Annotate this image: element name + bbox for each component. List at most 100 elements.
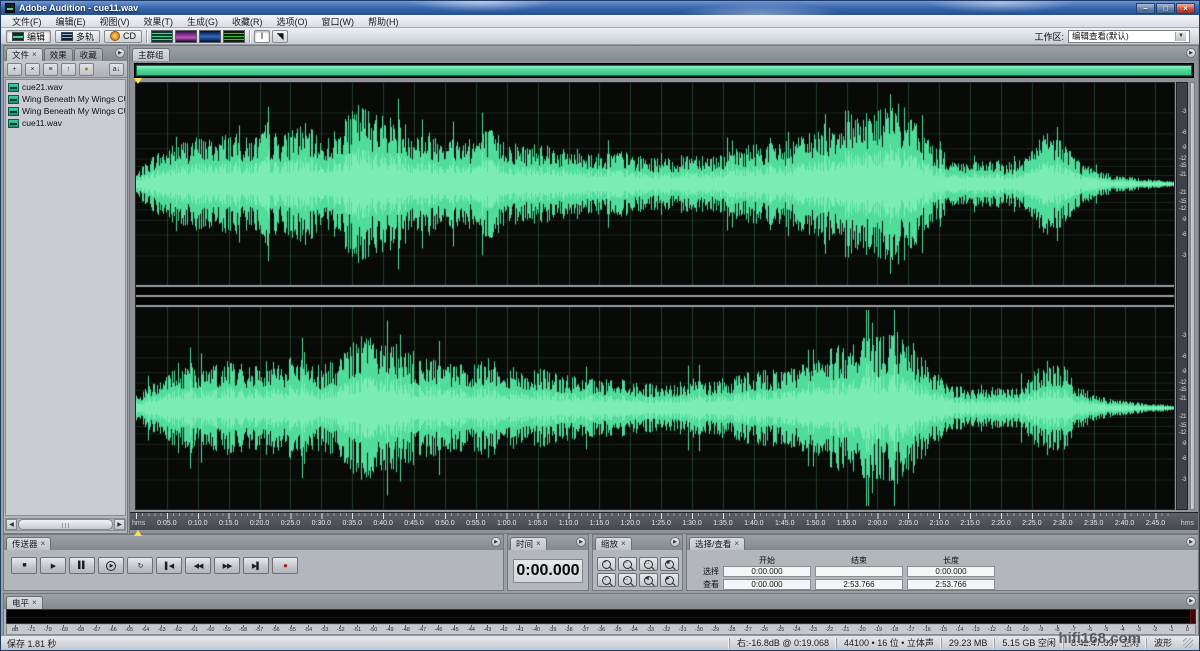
scrub-tool-button[interactable]: ◥	[272, 30, 288, 43]
close-file-icon[interactable]: ×	[25, 63, 40, 76]
tab-favorites[interactable]: 收藏	[74, 48, 103, 61]
transport-loop-play-button[interactable]: ↻	[127, 557, 153, 574]
tab-transport[interactable]: 传送器 ×	[6, 537, 51, 550]
selection-end-field[interactable]	[815, 566, 903, 577]
scroll-right-icon[interactable]: ▶	[114, 519, 125, 530]
panel-menu-icon[interactable]: ▶	[1186, 48, 1196, 58]
edit-file-icon[interactable]: ≡	[43, 63, 58, 76]
panel-menu-icon[interactable]: ▶	[576, 537, 586, 547]
level-meter[interactable]	[6, 609, 1196, 624]
selection-start-field[interactable]: 0:00.000	[723, 566, 811, 577]
zoom-out-vertical-button[interactable]: ↔	[618, 573, 637, 587]
meter-scale-label: -62	[170, 625, 186, 634]
panel-menu-icon[interactable]: ▶	[1186, 596, 1196, 606]
scroll-left-icon[interactable]: ◀	[6, 519, 17, 530]
panel-menu-icon[interactable]: ▶	[1186, 537, 1196, 547]
transport-go-to-end-button[interactable]: ▶▌	[243, 557, 269, 574]
vertical-scroll-strip[interactable]	[1190, 82, 1195, 510]
panel-menu-icon[interactable]: ▶	[115, 48, 125, 58]
close-icon[interactable]: ×	[536, 540, 541, 548]
scrollbar-thumb[interactable]	[18, 519, 113, 530]
menu-file[interactable]: 文件(F)	[5, 15, 49, 27]
spectral-frequency-view-button[interactable]	[175, 30, 197, 43]
selection-length-field[interactable]: 2:53.766	[907, 579, 995, 590]
panel-menu-icon[interactable]: ▶	[491, 537, 501, 547]
tab-files[interactable]: 文件×	[6, 48, 43, 61]
menu-window[interactable]: 窗口(W)	[315, 15, 362, 27]
meter-scale-label: -20	[854, 625, 870, 634]
cd-label: CD	[123, 31, 136, 41]
transport-record-button[interactable]: ●	[272, 557, 298, 574]
zoom-out-full-button[interactable]: □	[639, 557, 658, 571]
waveform-canvas[interactable]	[136, 83, 1174, 509]
insert-into-multitrack-icon[interactable]: ↑	[61, 63, 76, 76]
timeline-playhead-icon[interactable]	[134, 530, 142, 536]
close-button[interactable]: ×	[1176, 3, 1195, 14]
tab-zoom[interactable]: 缩放 ×	[595, 537, 632, 550]
sort-files-icon[interactable]: a↓	[109, 63, 124, 76]
menu-generate[interactable]: 生成(G)	[180, 15, 225, 27]
close-icon[interactable]: ×	[41, 540, 46, 548]
multitrack-view-button[interactable]: 多轨	[55, 30, 100, 43]
selection-length-field[interactable]: 0:00.000	[907, 566, 995, 577]
transport-go-to-beginning-button[interactable]: ▌◀	[156, 557, 182, 574]
zoom-to-right-edge-button[interactable]: ►	[660, 573, 679, 587]
transport-pause-button[interactable]: ▌▌	[69, 557, 95, 574]
file-list-item[interactable]: Wing Beneath My Wings CUE2	[6, 105, 125, 117]
tab-level[interactable]: 电平 ×	[6, 596, 43, 609]
menu-edit[interactable]: 编辑(E)	[49, 15, 93, 27]
tab-effects[interactable]: 效果	[44, 48, 73, 61]
file-list-item[interactable]: cue11.wav	[6, 117, 125, 129]
meter-scale-label: -35	[609, 625, 625, 634]
menu-view[interactable]: 视图(V)	[93, 15, 137, 27]
amplitude-ruler[interactable]: -3-3-6-6-9-9-12-12-15-15-21-21-3-3-6-6-9…	[1176, 82, 1188, 510]
time-selection-tool-button[interactable]: I	[254, 30, 270, 43]
timeline-ruler[interactable]: hms 0:05.00:10.00:15.00:20.00:25.00:30.0…	[130, 512, 1198, 530]
file-list-item[interactable]: Wing Beneath My Wings CUE1	[6, 93, 125, 105]
menu-effects[interactable]: 效果(T)	[137, 15, 181, 27]
zoom-in-horizontal-button[interactable]: +	[597, 557, 616, 571]
transport-rewind-button[interactable]: ◀◀	[185, 557, 211, 574]
close-icon[interactable]: ×	[32, 599, 37, 607]
waveform-display[interactable]	[135, 82, 1175, 510]
minimize-button[interactable]: –	[1136, 3, 1155, 14]
workspace-select[interactable]: 编辑查看(默认) ▼	[1068, 30, 1190, 43]
tab-main-group[interactable]: 主群组	[132, 48, 170, 61]
meter-scale-label: -30	[691, 625, 707, 634]
transport-play-from-cursor-button[interactable]: ▶	[98, 557, 124, 574]
spectral-phase-view-button[interactable]	[223, 30, 245, 43]
zoom-to-selection-button[interactable]: ■	[660, 557, 679, 571]
close-icon[interactable]: ×	[32, 51, 37, 59]
menu-options[interactable]: 选项(O)	[270, 15, 315, 27]
files-horizontal-scrollbar[interactable]: ◀ ▶	[5, 518, 126, 531]
status-segment: 波形	[1146, 638, 1179, 649]
zoom-to-left-edge-button[interactable]: ◄	[639, 573, 658, 587]
selection-start-field[interactable]: 0:00.000	[723, 579, 811, 590]
transport-stop-button[interactable]: ■	[11, 557, 37, 574]
resize-grip[interactable]	[1183, 638, 1193, 648]
spectral-pan-view-button[interactable]	[199, 30, 221, 43]
clip-indicator[interactable]	[1190, 610, 1195, 623]
maximize-button[interactable]: □	[1156, 3, 1175, 14]
edit-view-button[interactable]: 编辑	[6, 30, 51, 43]
selection-end-field[interactable]: 2:53.766	[815, 579, 903, 590]
overview-range-bar[interactable]	[136, 65, 1192, 76]
cd-view-button[interactable]: CD	[104, 30, 142, 43]
zoom-in-vertical-button[interactable]: ↕	[597, 573, 616, 587]
zoom-out-horizontal-button[interactable]: −	[618, 557, 637, 571]
file-list-item[interactable]: cue21.wav	[6, 81, 125, 93]
transport-play-button[interactable]: ▶	[40, 557, 66, 574]
close-icon[interactable]: ×	[621, 540, 626, 548]
menu-favorites[interactable]: 收藏(R)	[225, 15, 270, 27]
overview-navigator[interactable]	[134, 63, 1194, 78]
tab-selection-view[interactable]: 选择/查看 ×	[689, 537, 745, 550]
panel-menu-icon[interactable]: ▶	[670, 537, 680, 547]
tab-time[interactable]: 时间 ×	[510, 537, 547, 550]
transport-fast-forward-button[interactable]: ▶▶	[214, 557, 240, 574]
playhead-marker-icon[interactable]	[134, 78, 142, 84]
import-file-icon[interactable]: +	[7, 63, 22, 76]
waveform-view-button[interactable]	[151, 30, 173, 43]
close-icon[interactable]: ×	[734, 540, 739, 548]
insert-into-cd-icon[interactable]: ●	[79, 63, 94, 76]
menu-help[interactable]: 帮助(H)	[361, 15, 406, 27]
